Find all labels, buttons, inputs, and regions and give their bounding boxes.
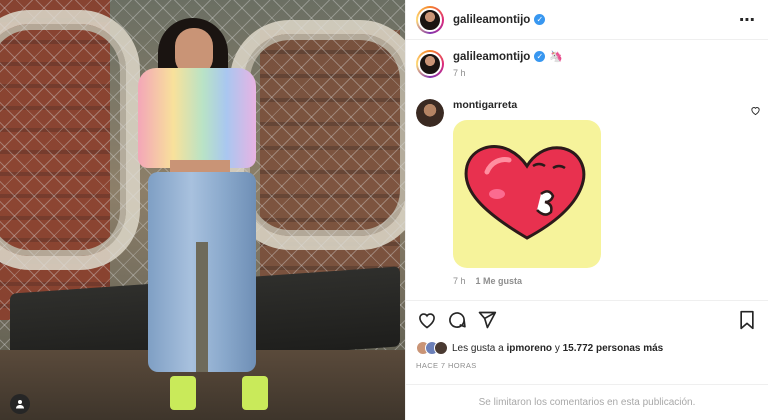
post-side-panel: galileamontijo ✓ ⋯ galileamontijo ✓ 🦄 7 … [405,0,768,420]
heart-icon[interactable] [416,309,438,331]
photo-person-jeans [148,172,256,372]
heart-sticker [453,120,601,268]
likes-user[interactable]: ipmoreno [506,343,552,354]
post-timestamp[interactable]: HACE 7 HORAS [416,361,477,370]
post-photo[interactable] [0,0,405,420]
verified-badge-icon: ✓ [534,51,546,62]
comment-icon[interactable] [446,309,468,331]
likes-summary[interactable]: Les gusta a ipmoreno y 15.772 personas m… [416,341,663,355]
commenter-avatar[interactable] [416,99,444,127]
author-avatar[interactable] [416,5,444,34]
photo-person-cardigan [138,68,256,168]
bookmark-icon[interactable] [736,309,758,331]
likes-count[interactable]: 15.772 personas más [563,343,664,354]
comment-likes[interactable]: 1 Me gusta [476,276,523,286]
likes-prefix: Les gusta a [452,342,507,354]
liker-avatar [434,341,448,355]
caption-avatar[interactable] [416,50,444,78]
comment-like-heart-icon[interactable] [750,105,761,119]
verified-badge-icon: ✓ [534,14,546,25]
author-username[interactable]: galileamontijo [453,14,530,26]
share-icon[interactable] [476,309,498,331]
photo-person-shoe [242,376,268,410]
more-options-icon[interactable]: ⋯ [739,10,756,30]
comment: montigarreta 7 h 1 Me gusta [416,99,761,286]
commenter-username[interactable]: montigarreta [453,99,601,111]
post-actions-bar [406,300,768,338]
user-tag-icon[interactable] [10,394,30,414]
caption-username[interactable]: galileamontijo [453,51,530,63]
comments-limited-notice: Se limitaron los comentarios en esta pub… [406,384,768,420]
kissing-heart-icon [464,145,586,240]
photo-person-shoe [170,376,196,410]
post-header: galileamontijo ✓ ⋯ [406,0,768,40]
post-caption: galileamontijo ✓ 🦄 7 h [416,50,563,78]
comment-time[interactable]: 7 h [453,276,466,286]
caption-emoji: 🦄 [549,51,564,63]
likes-middle: y [552,342,563,354]
caption-time[interactable]: 7 h [453,68,563,78]
